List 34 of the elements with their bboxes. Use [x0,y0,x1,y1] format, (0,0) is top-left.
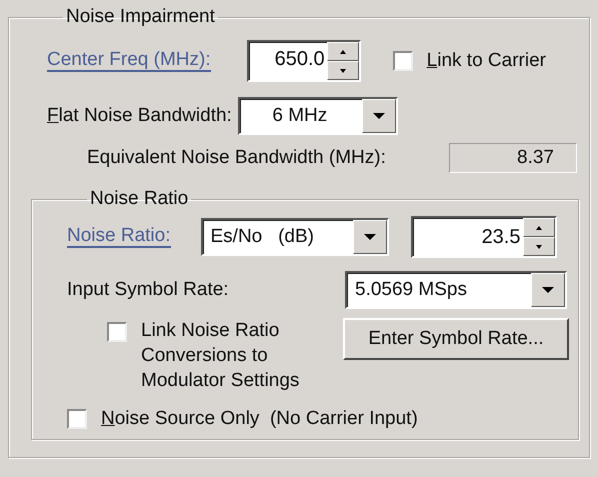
dropdown-button[interactable] [362,99,396,133]
center-freq-link[interactable]: Center Freq (MHz): [47,50,211,72]
spin-down-button[interactable] [522,237,554,256]
down-arrow-icon [542,287,554,293]
checkbox[interactable] [67,409,87,429]
field-label: Flat Noise Bandwidth: [47,105,232,127]
checkbox-label: Link Noise Ratio Conversions to Modulator Settings [141,319,300,393]
noise-ratio-link[interactable]: Noise Ratio: [67,226,170,248]
up-arrow-icon [340,50,346,54]
field-label: Equivalent Noise Bandwidth (MHz): [87,147,387,169]
readonly-field: 8.37 [449,143,577,173]
field-label: Input Symbol Rate: [67,279,230,301]
group-title: Noise Ratio [89,188,190,210]
down-arrow-icon [340,68,346,72]
checkbox-label: Link to Carrier [426,50,546,72]
group-title: Noise Impairment [65,6,216,28]
checkbox[interactable] [107,322,127,342]
dropdown-button[interactable] [531,273,565,307]
up-arrow-icon [536,226,542,230]
down-arrow-icon [536,244,542,248]
dropdown[interactable]: 6 MHz [238,97,398,135]
down-arrow-icon [372,113,385,119]
spin-field[interactable]: 23.5 [410,216,556,258]
spin-field[interactable]: 650.0 [246,40,361,82]
checkbox[interactable] [392,51,413,71]
dropdown-button[interactable] [352,220,386,254]
dropdown[interactable]: Es/No (dB) [200,218,388,256]
spin-up-button[interactable] [522,218,554,237]
dropdown[interactable]: 5.0569 MSps [345,271,567,309]
spin-up-button[interactable] [326,42,359,61]
down-arrow-icon [364,234,376,240]
enter-symbol-rate-button[interactable]: Enter Symbol Rate... [343,318,569,360]
checkbox-label: Noise Source Only (No Carrier Input) [101,408,418,430]
spin-down-button[interactable] [326,61,359,80]
